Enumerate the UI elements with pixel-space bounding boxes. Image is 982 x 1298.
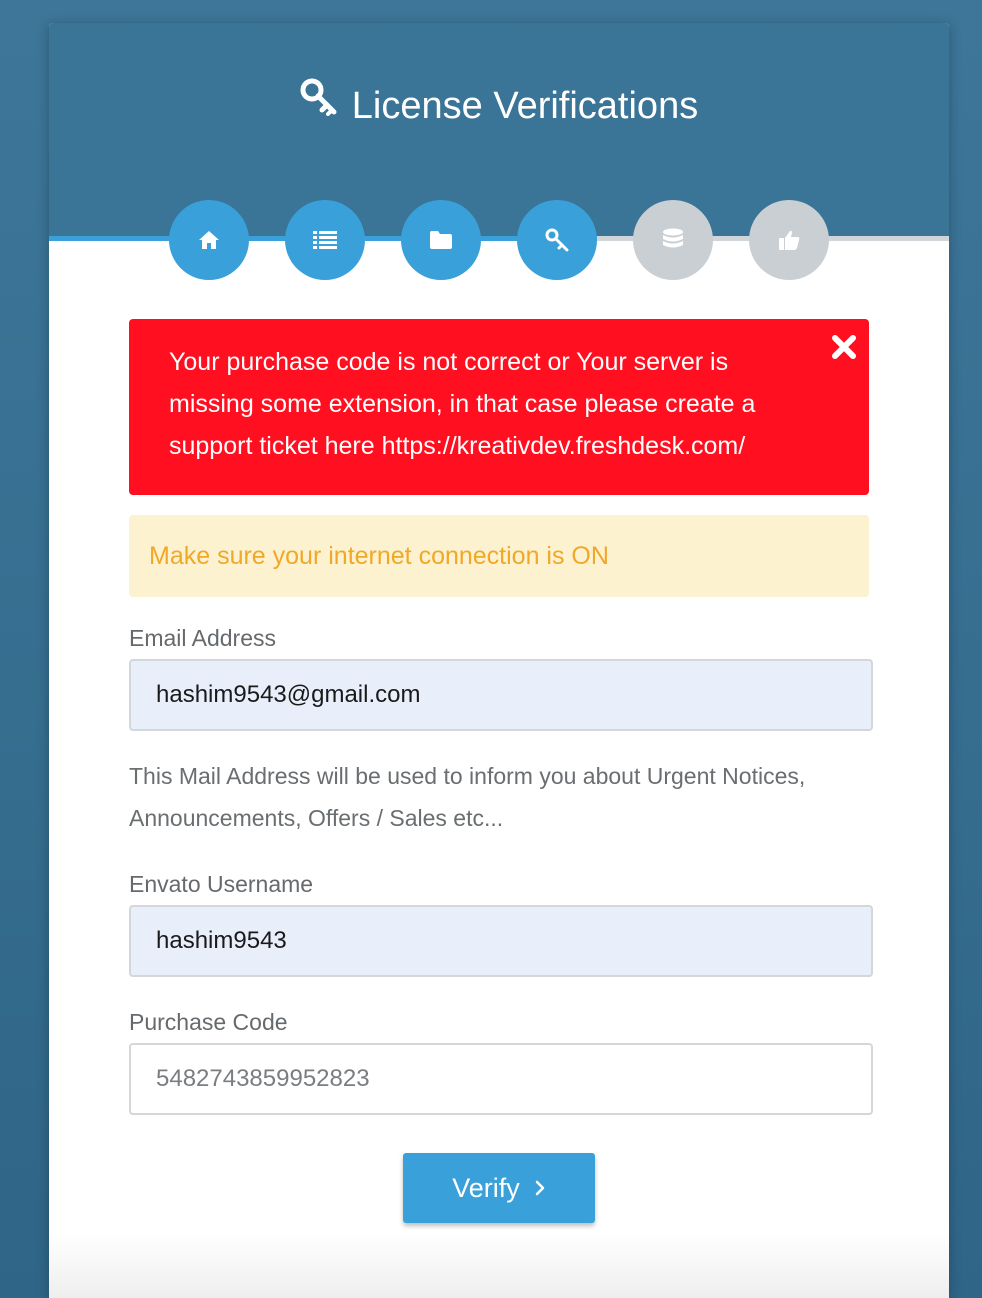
chevron-right-icon: [535, 1180, 545, 1196]
database-icon: [663, 228, 683, 248]
step-folder[interactable]: [401, 200, 481, 280]
verify-button[interactable]: Verify: [403, 1153, 595, 1223]
error-alert-message: Your purchase code is not correct or You…: [169, 348, 756, 460]
purchase-code-label: Purchase Code: [129, 1009, 288, 1035]
email-field[interactable]: [129, 659, 873, 731]
home-icon: [199, 231, 219, 249]
step-finish[interactable]: [749, 200, 829, 280]
step-database[interactable]: [633, 200, 713, 280]
card-footer: [49, 1233, 949, 1298]
page-title: License Verifications: [49, 78, 949, 133]
folder-icon: [430, 231, 452, 249]
close-icon[interactable]: [831, 331, 857, 359]
verify-button-label: Verify: [452, 1172, 520, 1203]
email-label: Email Address: [129, 625, 277, 651]
username-label: Envato Username: [129, 871, 314, 897]
email-help-text: This Mail Address will be used to inform…: [129, 763, 806, 831]
page-title-text: License Verifications: [351, 85, 699, 127]
step-list[interactable]: [285, 200, 365, 280]
warning-alert: Make sure your internet connection is ON: [129, 515, 869, 597]
key-icon: [545, 228, 569, 252]
card-header: License Verifications: [49, 23, 949, 238]
key-icon: [300, 78, 338, 129]
error-alert: Your purchase code is not correct or You…: [129, 319, 869, 495]
step-license-key[interactable]: [517, 200, 597, 280]
thumbs-up-icon: [779, 230, 800, 250]
list-icon: [313, 231, 337, 249]
step-home[interactable]: [169, 200, 249, 280]
purchase-code-field[interactable]: [129, 1043, 873, 1115]
username-field[interactable]: [129, 905, 873, 977]
license-card: License Verifications Your purchase code…: [49, 23, 949, 1298]
